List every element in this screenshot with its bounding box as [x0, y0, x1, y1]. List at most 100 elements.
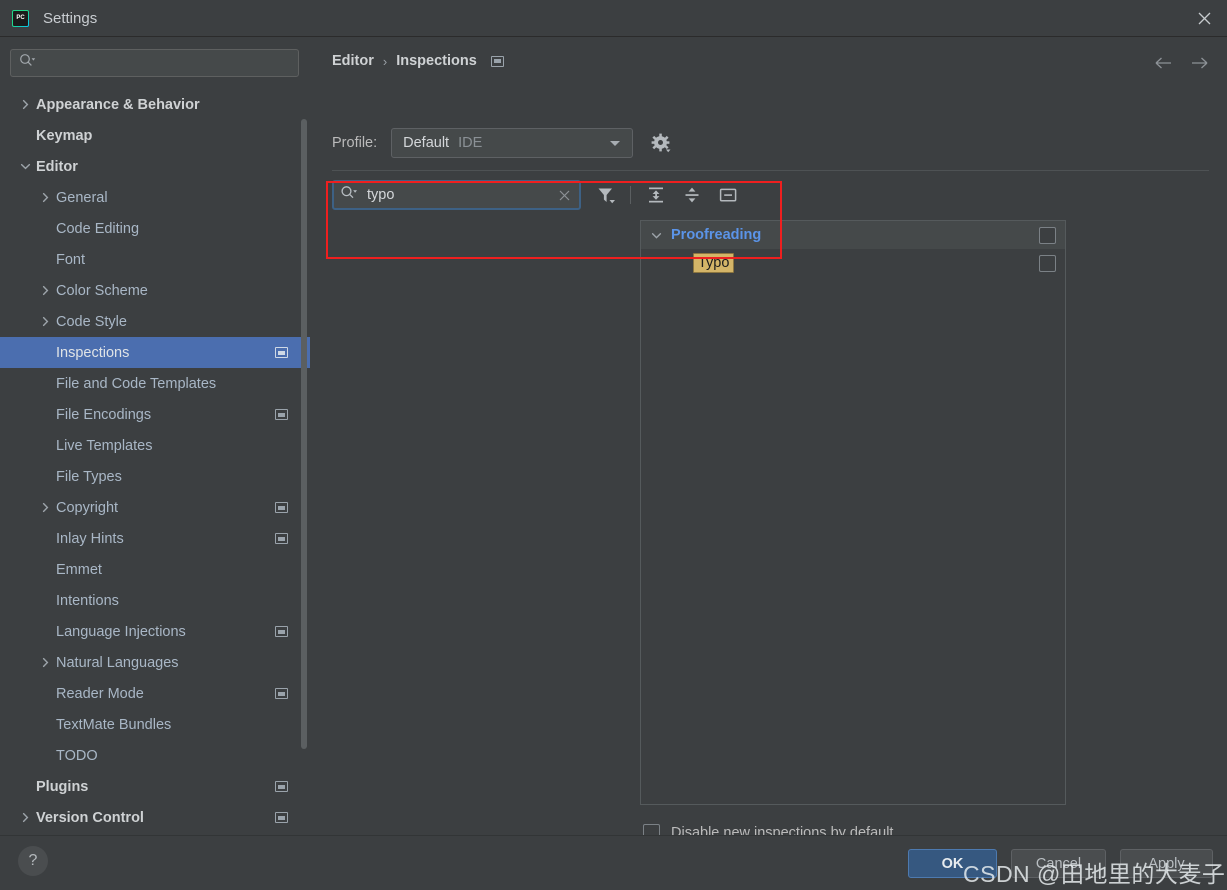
help-button[interactable]: ?	[18, 846, 48, 876]
chevron-right-icon[interactable]	[38, 501, 52, 515]
title-bar: Settings	[0, 0, 1227, 37]
chevron-right-icon[interactable]	[38, 656, 52, 670]
profile-scope: IDE	[458, 135, 483, 151]
inspection-group-row[interactable]: Proofreading	[641, 221, 1065, 249]
sidebar-tree: Appearance & Behavior Keymap Editor General…	[0, 89, 310, 835]
sidebar-item-label: Code Editing	[56, 220, 140, 237]
sidebar-item-copyright[interactable]: Copyright	[0, 492, 310, 523]
expand-all-icon[interactable]	[645, 184, 667, 206]
cancel-button[interactable]: Cancel	[1011, 849, 1106, 878]
arrow-right-icon[interactable]	[1187, 51, 1211, 75]
window-title: Settings	[43, 9, 98, 27]
inspection-checkbox[interactable]	[1039, 226, 1056, 244]
inspection-group-label: Proofreading	[671, 227, 762, 243]
sidebar-item-label: Editor	[36, 158, 78, 175]
apply-button[interactable]: Apply	[1120, 849, 1213, 878]
sidebar-item-keymap[interactable]: Keymap	[0, 120, 310, 151]
chevron-down-icon[interactable]	[18, 160, 32, 174]
ok-button[interactable]: OK	[908, 849, 997, 878]
dialog-button-bar: ? OK Cancel Apply	[0, 835, 1227, 890]
chevron-right-icon[interactable]	[38, 191, 52, 205]
sidebar-item-plugins[interactable]: Plugins	[0, 771, 310, 802]
sidebar-item-general[interactable]: General	[0, 182, 310, 213]
sidebar-item-label: Language Injections	[56, 623, 186, 640]
sidebar-item-code-style[interactable]: Code Style	[0, 306, 310, 337]
sidebar-item-todo[interactable]: TODO	[0, 740, 310, 771]
arrow-left-icon[interactable]	[1151, 51, 1175, 75]
main-panel: Editor › Inspections Profile: Default ID…	[310, 37, 1227, 841]
sidebar-item-label: TextMate Bundles	[56, 716, 172, 733]
chevron-down-icon	[610, 140, 621, 146]
collapse-all-icon[interactable]	[681, 184, 703, 206]
sidebar-item-label: Intentions	[56, 592, 119, 609]
sidebar-search-input[interactable]	[10, 49, 299, 77]
project-scope-badge-icon	[275, 688, 288, 699]
sidebar-item-textmate-bundles[interactable]: TextMate Bundles	[0, 709, 310, 740]
sidebar-item-label: Copyright	[56, 499, 119, 516]
sidebar-item-reader-mode[interactable]: Reader Mode	[0, 678, 310, 709]
sidebar-item-label: Natural Languages	[56, 654, 179, 671]
sidebar-item-file-types[interactable]: File Types	[0, 461, 310, 492]
close-icon[interactable]	[1181, 0, 1227, 36]
clear-icon[interactable]	[558, 189, 571, 202]
filter-icon[interactable]	[595, 184, 617, 206]
search-icon	[19, 53, 36, 73]
project-scope-badge-icon	[275, 533, 288, 544]
breadcrumb: Editor › Inspections	[332, 53, 504, 69]
sidebar-item-font[interactable]: Font	[0, 244, 310, 275]
project-scope-badge-icon	[275, 409, 288, 420]
project-scope-badge-icon	[275, 812, 288, 823]
settings-sidebar: Appearance & Behavior Keymap Editor General…	[0, 37, 310, 835]
inspection-item-row[interactable]: Typo	[641, 249, 1065, 277]
profile-value: Default	[403, 135, 450, 151]
inspection-item-label: Typo	[693, 253, 735, 273]
sidebar-item-color-scheme[interactable]: Color Scheme	[0, 275, 310, 306]
sidebar-item-language-injections[interactable]: Language Injections	[0, 616, 310, 647]
project-scope-badge-icon	[490, 55, 504, 67]
chevron-right-icon[interactable]	[18, 811, 32, 825]
sidebar-item-code-editing[interactable]: Code Editing	[0, 213, 310, 244]
breadcrumb-parent[interactable]: Editor	[332, 53, 374, 69]
gear-icon[interactable]	[651, 133, 671, 153]
sidebar-item-label: TODO	[56, 747, 98, 764]
toolbar-separator	[630, 186, 631, 204]
sidebar-item-label: Code Style	[56, 313, 127, 330]
sidebar-item-live-templates[interactable]: Live Templates	[0, 430, 310, 461]
sidebar-item-label: Appearance & Behavior	[36, 96, 200, 113]
sidebar-item-natural-languages[interactable]: Natural Languages	[0, 647, 310, 678]
chevron-right-icon[interactable]	[38, 284, 52, 298]
chevron-right-icon[interactable]	[18, 98, 32, 112]
sidebar-scrollbar[interactable]	[301, 119, 307, 749]
chevron-right-icon[interactable]	[38, 315, 52, 329]
project-scope-badge-icon	[275, 781, 288, 792]
profile-label: Profile:	[332, 135, 378, 151]
breadcrumb-current: Inspections	[396, 53, 477, 69]
navigation-buttons	[1151, 51, 1211, 75]
chevron-down-icon[interactable]	[649, 228, 663, 242]
sidebar-item-file-encodings[interactable]: File Encodings	[0, 399, 310, 430]
sidebar-item-appearance-behavior[interactable]: Appearance & Behavior	[0, 89, 310, 120]
sidebar-item-inlay-hints[interactable]: Inlay Hints	[0, 523, 310, 554]
sidebar-item-emmet[interactable]: Emmet	[0, 554, 310, 585]
sidebar-item-editor[interactable]: Editor	[0, 151, 310, 182]
sidebar-item-label: File Encodings	[56, 406, 152, 423]
search-icon	[340, 185, 359, 205]
sidebar-item-label: Reader Mode	[56, 685, 144, 702]
reset-icon[interactable]	[717, 184, 739, 206]
sidebar-item-label: Inspections	[56, 344, 130, 361]
sidebar-item-inspections[interactable]: Inspections	[0, 337, 310, 368]
settings-dialog: Settings Appearance & Behavior Keymap Edit…	[0, 0, 1227, 890]
sidebar-item-label: General	[56, 189, 108, 206]
sidebar-item-label: Version Control	[36, 809, 144, 826]
sidebar-item-label: Color Scheme	[56, 282, 148, 299]
profile-select[interactable]: Default IDE	[391, 128, 634, 158]
sidebar-item-version-control[interactable]: Version Control	[0, 802, 310, 833]
sidebar-item-label: File and Code Templates	[56, 375, 217, 392]
project-scope-badge-icon	[275, 626, 288, 637]
project-scope-badge-icon	[275, 347, 288, 358]
sidebar-item-intentions[interactable]: Intentions	[0, 585, 310, 616]
inspection-search-input[interactable]: typo	[332, 180, 581, 210]
sidebar-item-label: Inlay Hints	[56, 530, 124, 547]
sidebar-item-file-and-code-templates[interactable]: File and Code Templates	[0, 368, 310, 399]
inspection-checkbox[interactable]	[1039, 254, 1056, 272]
